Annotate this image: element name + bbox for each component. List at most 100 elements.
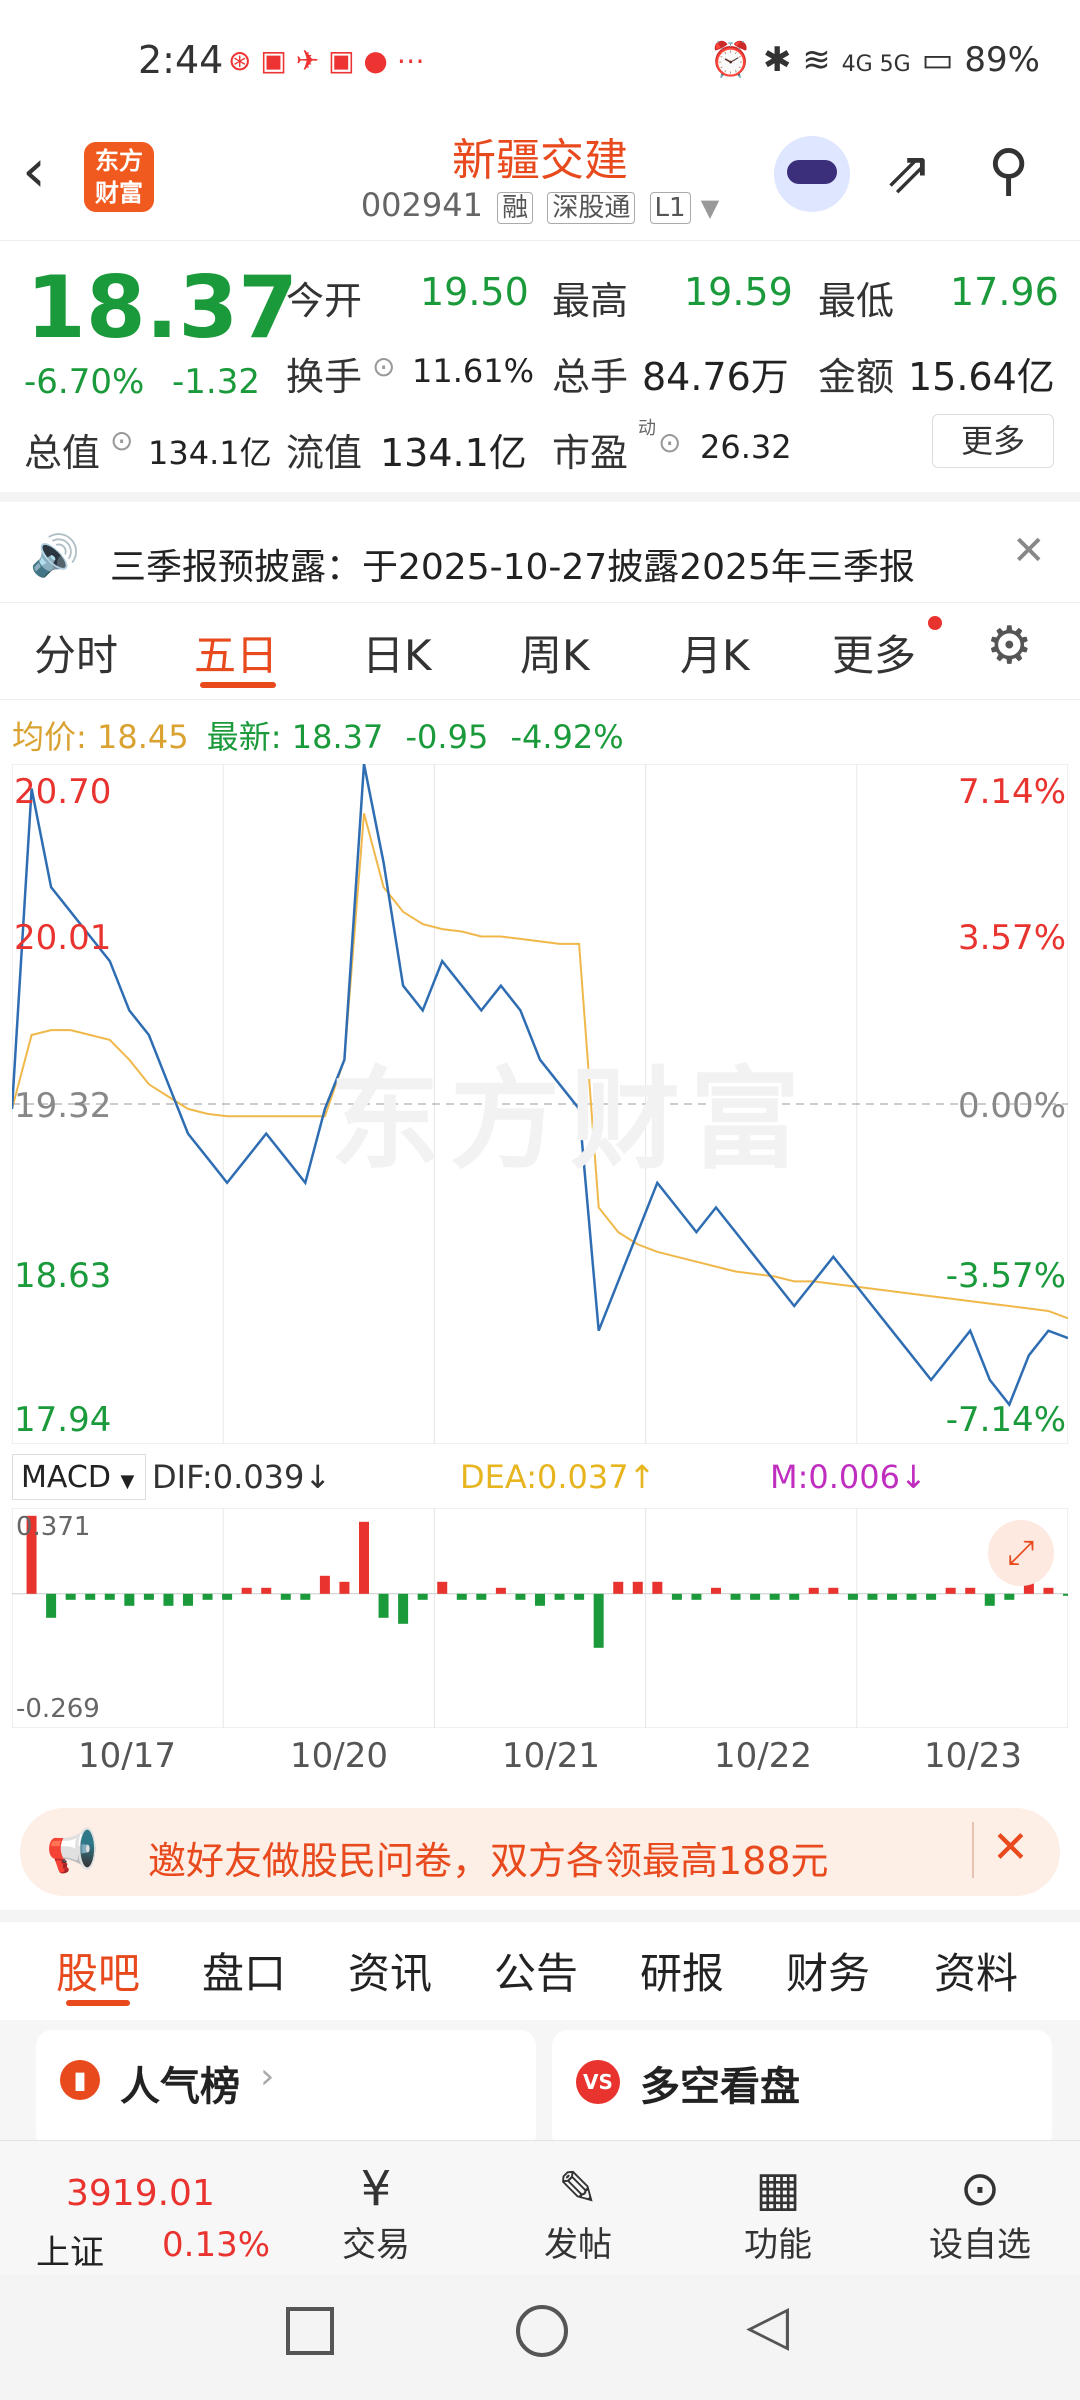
macd-bar <box>984 1593 995 1606</box>
promo-banner[interactable]: 📢 邀好友做股民问卷，双方各领最高188元 ✕ <box>20 1808 1060 1896</box>
tab-week-k[interactable]: 周K <box>520 622 590 683</box>
section-tab-guba[interactable]: 股吧 <box>56 1940 140 2001</box>
macd-bar <box>65 1593 76 1600</box>
battery-icon: ▭ <box>921 40 954 80</box>
battery-level: 89% <box>964 40 1040 80</box>
macd-bar <box>945 1587 956 1594</box>
macd-bar <box>593 1593 604 1648</box>
tab-month-k[interactable]: 月K <box>680 622 750 683</box>
macd-bar <box>554 1593 565 1600</box>
close-banner-icon[interactable]: ✕ <box>992 1822 1029 1873</box>
tab-more[interactable]: 更多 <box>832 622 916 683</box>
macd-bar <box>887 1593 897 1600</box>
popularity-card[interactable]: ▮ 人气榜 › <box>36 2030 536 2150</box>
dropdown-icon[interactable]: ▼ <box>701 194 719 222</box>
macd-bar <box>632 1581 643 1594</box>
macd-bar <box>652 1581 663 1594</box>
close-notice-icon[interactable]: ✕ <box>1012 528 1046 574</box>
section-tab-profile[interactable]: 资料 <box>934 1940 1018 2001</box>
nav-trade-label: 交易 <box>342 2225 410 2265</box>
latest-change: -0.95 <box>405 718 489 756</box>
search-icon[interactable]: ⚲ <box>988 138 1029 203</box>
mcap-value: 134.1亿 <box>148 434 272 472</box>
banner-divider <box>972 1822 974 1878</box>
vs-icon: VS <box>576 2060 620 2104</box>
y-left-tick: 19.32 <box>14 1086 112 1126</box>
tab-intraday[interactable]: 分时 <box>34 622 118 683</box>
popularity-title: 人气榜 <box>120 2064 240 2110</box>
notice-text: 三季报预披露：于2025-10-27披露2025年三季报 <box>110 547 915 588</box>
bluetooth-icon: ✱ <box>762 40 792 80</box>
turnover-info-icon[interactable]: ⊙ <box>372 350 395 383</box>
recent-apps-button[interactable] <box>286 2307 334 2355</box>
index-name[interactable]: 上证 <box>36 2225 104 2274</box>
macd-bar <box>574 1593 585 1600</box>
turnover-label: 换手 <box>286 355 363 399</box>
macd-bar <box>85 1593 96 1600</box>
x-tick: 10/17 <box>78 1736 176 1776</box>
edit-icon: ✎ <box>557 2161 599 2217</box>
robot-assistant-icon[interactable] <box>774 136 850 212</box>
section-tab-pankou[interactable]: 盘口 <box>202 1940 286 2001</box>
more-quote-button[interactable]: 更多 <box>932 414 1054 468</box>
macd-m: M:0.006↓ <box>770 1458 927 1496</box>
pe-dynamic-mark: 动 <box>638 418 656 439</box>
pe-info-icon[interactable]: ⊙ <box>658 426 681 459</box>
trade-icon: ¥ <box>360 2161 392 2217</box>
grid-icon: ▦ <box>755 2161 801 2217</box>
back-button[interactable]: ◁ <box>746 2293 789 2358</box>
macd-bar <box>319 1575 330 1594</box>
nav-trade[interactable]: ¥ 交易 <box>306 2161 446 2266</box>
macd-bar <box>378 1593 389 1618</box>
macd-chart[interactable] <box>12 1508 1068 1728</box>
more-dots-icon: ⊙ <box>959 2161 1001 2217</box>
macd-bar <box>300 1593 311 1600</box>
home-button[interactable] <box>516 2305 568 2357</box>
y-left-tick: 17.94 <box>14 1400 112 1440</box>
tab-day-k[interactable]: 日K <box>362 622 432 683</box>
indicator-select[interactable]: MACD ▼ <box>12 1454 146 1500</box>
nav-post[interactable]: ✎ 发帖 <box>508 2161 648 2266</box>
macd-bar <box>808 1587 819 1594</box>
nav-add-watchlist[interactable]: ⊙ 设自选 <box>910 2161 1050 2266</box>
tab-five-day[interactable]: 五日 <box>194 622 278 683</box>
share-icon[interactable]: ⇗ <box>884 138 933 206</box>
active-tab-indicator <box>200 682 276 688</box>
settings-gear-icon[interactable]: ⚙ <box>986 616 1033 676</box>
turnover-value: 11.61% <box>412 352 535 390</box>
macd-bar <box>495 1587 506 1594</box>
indicator-dropdown-icon: ▼ <box>120 1471 135 1492</box>
section-tab-announcement[interactable]: 公告 <box>494 1940 578 2001</box>
section-tab-finance[interactable]: 财务 <box>786 1940 870 2001</box>
macd-bar <box>202 1593 213 1600</box>
macd-bar <box>476 1593 487 1600</box>
latest-label: 最新: <box>206 718 282 756</box>
macd-bar <box>124 1593 135 1606</box>
bull-bear-title: 多空看盘 <box>640 2064 800 2110</box>
macd-bar <box>750 1593 761 1600</box>
bottom-navigation: 3919.01 上证 0.13% ¥ 交易 ✎ 发帖 ▦ 功能 ⊙ 设自选 <box>0 2140 1080 2276</box>
macd-bar <box>671 1593 682 1600</box>
status-time: 2:44 <box>138 38 224 82</box>
section-tab-news[interactable]: 资讯 <box>348 1940 432 2001</box>
expand-icon[interactable]: ⤢ <box>988 1520 1054 1586</box>
y-right-tick: -7.14% <box>945 1400 1066 1440</box>
index-change[interactable]: 0.13% <box>162 2225 270 2265</box>
float-label: 流值 <box>286 431 363 475</box>
macd-bar <box>847 1593 858 1600</box>
section-tab-research[interactable]: 研报 <box>640 1940 724 2001</box>
current-price: 18.37 <box>26 258 299 358</box>
macd-ymin: -0.269 <box>16 1694 100 1724</box>
wifi-icon: ≋ <box>802 40 831 80</box>
macd-bar <box>867 1593 878 1600</box>
bull-bear-card[interactable]: VS 多空看盘 <box>552 2030 1052 2150</box>
index-value[interactable]: 3919.01 <box>66 2173 215 2214</box>
macd-bar <box>926 1593 937 1600</box>
macd-bar <box>183 1593 193 1606</box>
macd-frame <box>12 1508 1068 1728</box>
notice-bar[interactable]: 🔊 三季报预披露：于2025-10-27披露2025年三季报 ✕ <box>0 492 1080 602</box>
nav-functions[interactable]: ▦ 功能 <box>708 2161 848 2266</box>
open-value: 19.50 <box>420 270 529 314</box>
macd-bar <box>515 1593 526 1600</box>
info-icon[interactable]: ⊙ <box>110 424 133 457</box>
